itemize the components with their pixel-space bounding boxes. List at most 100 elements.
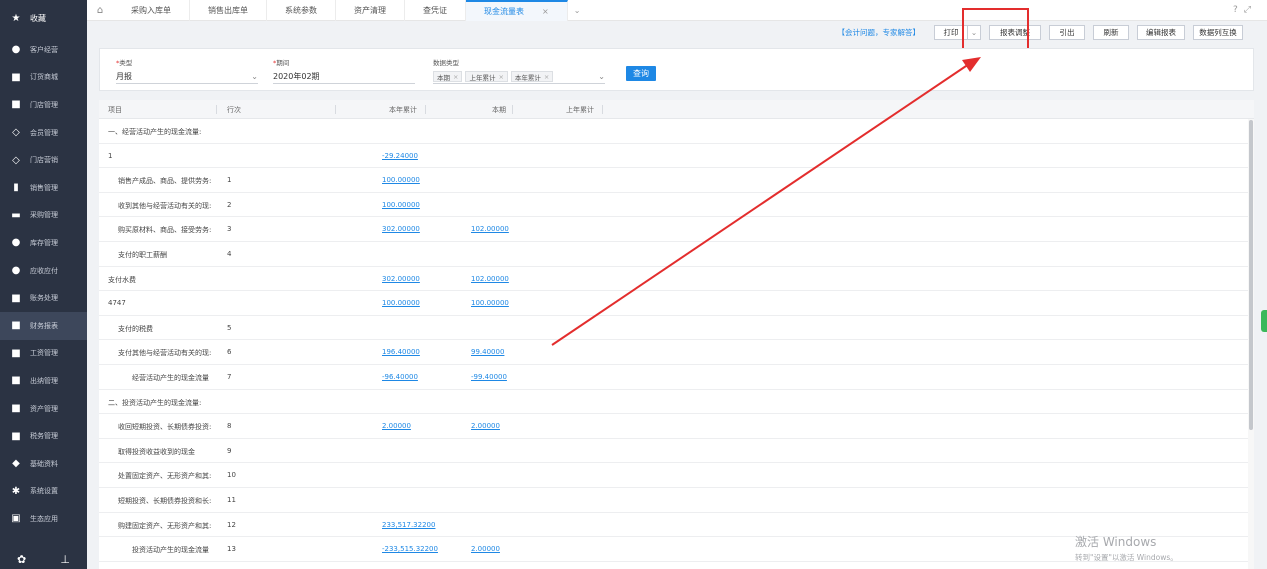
row-year-total-cell[interactable]: 196.40000: [382, 348, 420, 356]
data-type-tag[interactable]: 上年累计 ×: [465, 71, 508, 82]
row-current-cell[interactable]: 99.40000: [471, 348, 504, 356]
filter-panel: *类型 月报 ⌄ *期间 2020年02期 数据类型 本期 × 上年累计 × 本年累计 × ⌄…: [99, 48, 1254, 91]
swap-columns-button[interactable]: 数据列互换: [1193, 24, 1243, 40]
row-item-cell: 短期投资、长期债券投资和长:: [118, 496, 212, 505]
table-row: 销售产成品、商品、提供劳务: 1 100.00000: [99, 168, 1254, 193]
settings-gear-icon[interactable]: ✿: [17, 553, 26, 566]
edit-report-button[interactable]: 编辑报表: [1137, 24, 1185, 40]
sidebar-item-9[interactable]: ● 应收应付: [0, 257, 87, 285]
toolbar: 【会计问题，专家解答】 打印 ⌄ 报表调整 引出 刷新 编辑报表 数据列互换: [87, 21, 1267, 43]
sidebar-item-label: 收藏: [30, 13, 46, 23]
tag-close-icon[interactable]: ×: [453, 73, 458, 81]
tag-close-icon[interactable]: ×: [498, 73, 503, 81]
export-button[interactable]: 引出: [1049, 24, 1085, 40]
sidebar-item-label: 订货商城: [30, 73, 58, 82]
row-current-cell[interactable]: -99.40000: [471, 373, 507, 381]
table-row: 经营活动产生的现金流量 7 -96.40000 -99.40000: [99, 365, 1254, 390]
sidebar-item-label: 出纳管理: [30, 376, 58, 385]
help-icon[interactable]: ?⤢: [1233, 5, 1267, 15]
table-row: 购买原材料、商品、接受劳务: 3 302.00000 102.00000: [99, 217, 1254, 242]
tab-2[interactable]: 系统参数: [267, 0, 336, 21]
sidebar-item-11[interactable]: ■ 财务报表: [0, 311, 87, 340]
tab-label: 现金流量表: [484, 6, 524, 16]
sidebar-item-1[interactable]: ● 客户经营: [0, 36, 87, 64]
row-year-total-cell[interactable]: -96.40000: [382, 373, 418, 381]
scrollbar-thumb[interactable]: [1249, 120, 1253, 430]
table-row: 支付的税费 5: [99, 316, 1254, 341]
row-year-total-cell[interactable]: 302.00000: [382, 275, 420, 283]
tag-close-icon[interactable]: ×: [544, 73, 549, 81]
row-line-cell: 12: [227, 520, 236, 529]
row-item-cell: 收到其他与经营活动有关的现:: [118, 201, 212, 210]
tab-3[interactable]: 资产清理: [336, 0, 405, 21]
sidebar-item-15[interactable]: ■ 税务管理: [0, 422, 87, 450]
sidebar-item-18[interactable]: ▣ 生态应用: [0, 505, 87, 533]
row-year-total-cell[interactable]: -29.24000: [382, 152, 418, 160]
table-row: 支付的职工薪酬 4: [99, 242, 1254, 267]
side-float-tab[interactable]: [1261, 310, 1267, 332]
sidebar-item-6[interactable]: ▮ 销售管理: [0, 174, 87, 202]
tab-5[interactable]: 现金流量表 ×: [466, 0, 568, 21]
sidebar-item-16[interactable]: ◆ 基础资料: [0, 450, 87, 478]
row-current-cell[interactable]: 2.00000: [471, 545, 500, 553]
row-year-total-cell[interactable]: 233,517.32200: [382, 521, 435, 529]
row-year-total-cell[interactable]: 100.00000: [382, 299, 420, 307]
row-item-cell: 1: [108, 151, 113, 160]
sidebar-item-2[interactable]: ■ 订货商城: [0, 64, 87, 92]
sidebar-item-10[interactable]: ■ 账务处理: [0, 284, 87, 312]
sidebar-item-label: 销售管理: [30, 183, 58, 192]
row-current-cell[interactable]: 100.00000: [471, 299, 509, 307]
pin-icon[interactable]: ⊥: [60, 553, 70, 566]
sidebar-item-17[interactable]: ✱ 系统设置: [0, 478, 87, 506]
row-year-total-cell[interactable]: 100.00000: [382, 201, 420, 209]
sidebar-item-14[interactable]: ■ 资产管理: [0, 395, 87, 423]
row-year-total-cell[interactable]: 2.00000: [382, 422, 411, 430]
sidebar-item-7[interactable]: ▬ 采购管理: [0, 202, 87, 230]
member-icon: ◇: [12, 127, 20, 139]
refresh-button[interactable]: 刷新: [1093, 24, 1129, 40]
data-type-field[interactable]: 数据类型 本期 × 上年累计 × 本年累计 × ⌄: [433, 57, 605, 84]
period-field[interactable]: *期间 2020年02期: [273, 57, 415, 84]
row-line-cell: 2: [227, 200, 232, 209]
sidebar-item-3[interactable]: ■ 门店管理: [0, 91, 87, 119]
row-current-cell[interactable]: 102.00000: [471, 225, 509, 233]
app-icon: ▣: [11, 513, 21, 525]
sidebar-item-0[interactable]: ★ 收藏: [0, 0, 87, 36]
salary-icon: ■: [11, 347, 21, 359]
ledger-icon: ■: [11, 292, 21, 304]
data-type-tag[interactable]: 本年累计 ×: [510, 71, 554, 82]
type-label: 类型: [119, 59, 133, 67]
sidebar-item-8[interactable]: ● 库存管理: [0, 229, 87, 257]
row-year-total-cell[interactable]: -233,515.32200: [382, 545, 438, 553]
row-line-cell: 9: [227, 446, 232, 455]
coin-icon: ●: [11, 265, 21, 277]
sidebar-item-5[interactable]: ◇ 门店营销: [0, 146, 87, 174]
table-row: 支付水费 302.00000 102.00000: [99, 267, 1254, 292]
tab-4[interactable]: 查凭证: [405, 0, 466, 21]
sidebar-item-4[interactable]: ◇ 会员管理: [0, 119, 87, 147]
asset-icon: ■: [11, 403, 21, 415]
tab-1[interactable]: 销售出库单: [190, 0, 267, 21]
row-current-cell[interactable]: 2.00000: [471, 422, 500, 430]
expert-help-link[interactable]: 【会计问题，专家解答】: [838, 27, 921, 38]
table-row: 二、投资活动产生的现金流量:: [99, 390, 1254, 415]
row-item-cell: 支付其他与经营活动有关的现:: [118, 349, 212, 358]
type-value: 月报: [116, 72, 132, 81]
type-field[interactable]: *类型 月报 ⌄: [116, 57, 258, 84]
row-current-cell[interactable]: 102.00000: [471, 275, 509, 283]
query-button[interactable]: 查询: [626, 66, 656, 81]
close-icon[interactable]: ×: [542, 7, 549, 16]
sidebar-item-12[interactable]: ■ 工资管理: [0, 340, 87, 368]
home-icon[interactable]: ⌂: [87, 5, 113, 16]
row-year-total-cell[interactable]: 100.00000: [382, 176, 420, 184]
user-icon: ●: [11, 44, 21, 56]
chevron-down-icon[interactable]: ⌄: [568, 6, 587, 15]
sidebar-item-13[interactable]: ■ 出纳管理: [0, 367, 87, 395]
header-line: 行次: [227, 106, 241, 114]
sidebar-item-label: 采购管理: [30, 211, 58, 220]
row-year-total-cell[interactable]: 302.00000: [382, 225, 420, 233]
tab-0[interactable]: 采购入库单: [113, 0, 190, 21]
store-icon: ■: [11, 99, 21, 111]
layers-icon: ◆: [12, 458, 20, 470]
data-type-tag[interactable]: 本期 ×: [433, 71, 463, 82]
